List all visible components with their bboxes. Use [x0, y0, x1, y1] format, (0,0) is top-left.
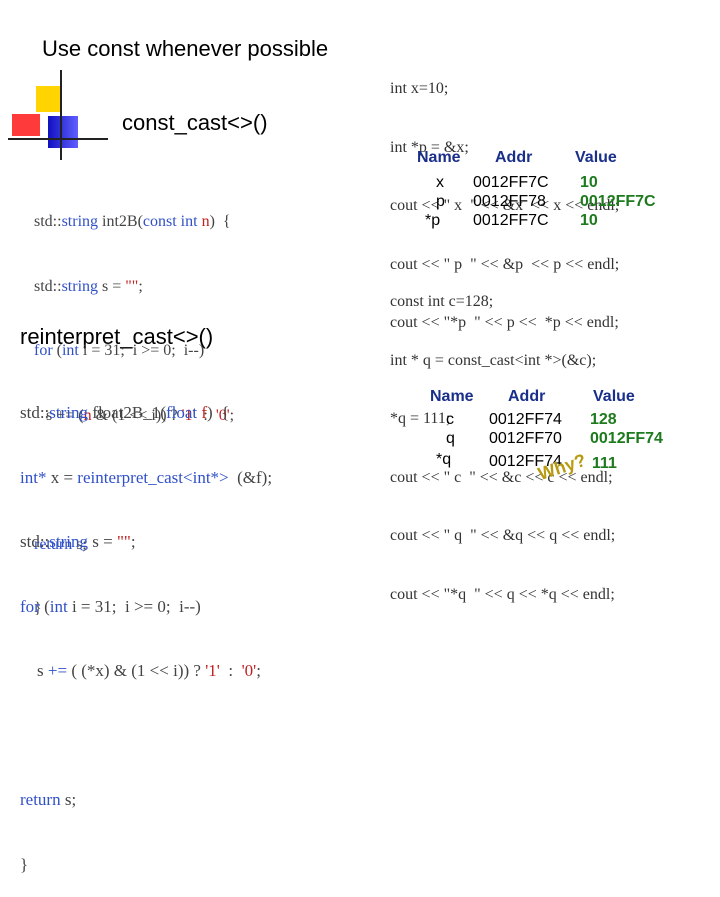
table-cell-name: c: [446, 411, 454, 428]
code-line: s += ( (*x) & (1 << i)) ? '1' : '0';: [20, 661, 261, 680]
table-cell-addr: 0012FF78: [473, 193, 546, 210]
code-line: std::string s = "";: [34, 277, 143, 295]
table-cell-value: 0012FF74: [590, 430, 663, 447]
table-cell-name: q: [446, 430, 455, 447]
table-cell-value: 128: [590, 411, 617, 428]
table-cell-value: 0012FF7C: [580, 193, 656, 210]
code-line: std::string int2B(const int n) {: [34, 213, 231, 230]
blue-square: [48, 116, 78, 148]
table-cell-addr: 0012FF74: [489, 411, 562, 428]
code-block-float2b: std::string float2B_1(float f) { int* x …: [20, 359, 272, 897]
table-header-name: Name: [417, 149, 461, 166]
table-cell-value: 111: [592, 455, 617, 472]
table-cell-name: *q: [436, 451, 452, 468]
code-line: }: [20, 854, 29, 874]
table-cell-name: *p: [425, 212, 441, 229]
slide-title: Use const whenever possible: [42, 36, 329, 61]
code-line: const int c=128;: [390, 293, 494, 310]
code-line: cout << "*q " << q << *q << endl;: [390, 585, 615, 603]
table-header-addr: Addr: [508, 388, 546, 405]
code-line: for (int i = 31; i >= 0; i--): [20, 596, 201, 616]
horizontal-line: [8, 138, 108, 140]
table-cell-addr: 0012FF7C: [473, 174, 549, 191]
table-cell-addr: 0012FF70: [489, 430, 562, 447]
yellow-square: [36, 86, 62, 112]
table-header-value: Value: [575, 149, 617, 166]
red-square: [12, 114, 40, 136]
code-line: int * q = const_cast<int *>(&c);: [390, 351, 597, 369]
table-cell-addr: 0012FF7C: [473, 212, 549, 229]
slide-decoration: [0, 70, 110, 170]
code-line: return s;: [20, 790, 77, 809]
table-header-value: Value: [593, 388, 635, 405]
table-cell-name: x: [436, 174, 444, 191]
code-line: int* x = reinterpret_cast<int*> (&f);: [20, 467, 273, 487]
code-line: cout << " q " << &q << q << endl;: [390, 527, 616, 544]
table-header-name: Name: [430, 388, 474, 405]
table-header-addr: Addr: [495, 149, 533, 166]
const-cast-heading: const_cast<>(): [122, 110, 268, 135]
table-cell-name: p: [436, 193, 445, 210]
vertical-line: [60, 70, 62, 160]
table-cell-value: 10: [580, 174, 598, 191]
code-line: std::string s = "";: [20, 532, 136, 551]
code-line: ​: [20, 725, 272, 747]
code-line: std::string float2B_1(float f) {: [20, 403, 230, 422]
code-line: int x=10;: [390, 80, 449, 97]
table-cell-value: 10: [580, 212, 598, 229]
